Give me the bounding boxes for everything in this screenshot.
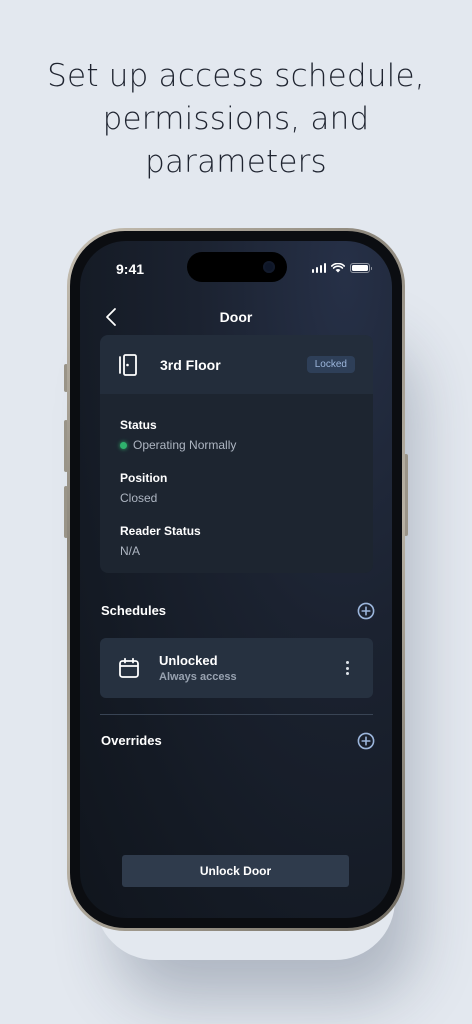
reader-status-field: Reader Status N/A	[120, 524, 353, 558]
schedule-item[interactable]: Unlocked Always access	[100, 638, 373, 698]
status-value-row: Operating Normally	[120, 438, 353, 452]
door-icon	[119, 353, 137, 376]
status-label: Status	[120, 418, 157, 432]
cellular-signal-icon	[311, 263, 326, 273]
headline-line-1: Set up access schedule,	[47, 58, 425, 94]
headline-line-2: permissions, and	[102, 101, 370, 137]
door-name: 3rd Floor	[160, 356, 221, 373]
more-options-icon[interactable]	[339, 658, 355, 678]
status-value: Operating Normally	[133, 438, 237, 452]
status-indicator-dot	[120, 441, 127, 449]
unlock-door-button[interactable]: Unlock Door	[122, 855, 349, 887]
schedule-subtitle: Always access	[159, 671, 237, 683]
reader-status-value: N/A	[120, 544, 141, 558]
calendar-icon	[119, 657, 139, 678]
page-title: Door	[219, 309, 253, 325]
dynamic-island	[187, 252, 287, 282]
headline-line-3: parameters	[145, 144, 327, 180]
battery-icon	[350, 263, 372, 273]
add-schedule-plus-icon[interactable]	[357, 602, 375, 620]
schedules-section-title: Schedules	[101, 603, 167, 618]
phone-bezel: 9:41 Door 3rd Floor Locked Status Operat…	[70, 231, 402, 928]
status-time: 9:41	[116, 261, 145, 277]
camera-icon	[263, 261, 275, 273]
status-icons	[311, 263, 372, 273]
add-override-plus-icon[interactable]	[357, 732, 375, 750]
lock-status-badge: Locked	[306, 356, 355, 373]
position-field: Position Closed	[120, 471, 353, 505]
schedule-title: Unlocked	[159, 653, 218, 668]
schedule-text: Unlocked Always access	[159, 653, 339, 683]
reader-status-label: Reader Status	[120, 524, 201, 538]
door-details: Status Operating Normally Position Close…	[100, 394, 373, 573]
status-field: Status Operating Normally	[120, 418, 353, 452]
wifi-icon	[331, 263, 345, 273]
door-header-card: 3rd Floor Locked	[100, 335, 373, 394]
position-value: Closed	[120, 491, 158, 505]
app-screen: 9:41 Door 3rd Floor Locked Status Operat…	[80, 241, 392, 918]
headline: Set up access schedule, permissions, and…	[0, 55, 472, 184]
phone-frame: 9:41 Door 3rd Floor Locked Status Operat…	[67, 228, 405, 931]
section-divider	[100, 714, 373, 715]
position-label: Position	[120, 471, 168, 485]
overrides-section-title: Overrides	[101, 733, 162, 748]
